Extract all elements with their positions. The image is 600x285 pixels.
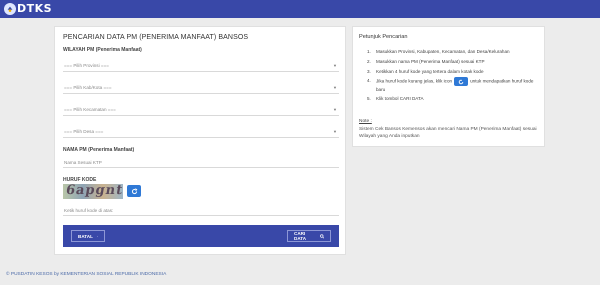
provinsi-select-value: === Pilih Provinsi ===: [64, 63, 109, 68]
footer-copyright[interactable]: © PUSDATIN KESOS by KEMENTERIAN SOSIAL R…: [6, 272, 166, 277]
captcha-label: HURUF KODE: [63, 177, 97, 183]
chevron-down-icon: ▼: [333, 85, 337, 90]
list-item: 3. Ketikkan 4 huruf kode yang tertera dal…: [367, 68, 484, 74]
wilayah-label: WILAYAH PM (Penerima Manfaat): [63, 47, 142, 53]
note-title: Note :: [359, 119, 372, 124]
app-logo[interactable]: DTKS: [4, 1, 52, 16]
form-title: PENCARIAN DATA PM (PENERIMA MANFAAT) BAN…: [63, 34, 249, 41]
search-form-card: PENCARIAN DATA PM (PENERIMA MANFAAT) BAN…: [54, 26, 346, 255]
kabkota-select[interactable]: === Pilih Kab/Kota === ▼: [63, 82, 339, 94]
cari-data-button-label: CARI DATA: [294, 231, 307, 241]
list-item: 5. Klik tombol CARI DATA: [367, 95, 424, 101]
kabkota-select-value: === Pilih Kab/Kota ===: [64, 85, 112, 90]
captcha-image: 6apgnt: [63, 184, 123, 199]
refresh-icon: [131, 187, 137, 194]
nama-pm-input[interactable]: Nama Sesuai KTP: [63, 157, 339, 168]
instructions-title: Petunjuk Pencarian: [359, 34, 408, 40]
chevron-down-icon: ▼: [333, 63, 337, 68]
batal-button[interactable]: BATAL: [71, 230, 105, 242]
refresh-icon: [454, 77, 469, 87]
nama-pm-label: NAMA PM (Penerima Manfaat): [63, 147, 135, 153]
desa-select[interactable]: === Pilih Desa === ▼: [63, 126, 339, 138]
list-item: 1. Masukkan Provinsi, Kabupaten, Kecamata…: [367, 49, 510, 54]
chevron-down-icon: ▼: [333, 107, 337, 112]
desa-select-value: === Pilih Desa ===: [64, 129, 104, 134]
batal-button-label: BATAL: [78, 233, 93, 239]
top-header-bar: DTKS: [0, 0, 600, 18]
chevron-down-icon: ▼: [333, 129, 337, 134]
note-body: Sistem Cek Bansos Kemensos akan mencari …: [359, 127, 537, 139]
instructions-list: 1. Masukkan Provinsi, Kabupaten, Kecamata…: [367, 47, 537, 104]
captcha-text: 6apgnt: [64, 184, 123, 198]
captcha-input[interactable]: Ketik huruf kode di atas:: [63, 205, 339, 216]
provinsi-select[interactable]: === Pilih Provinsi === ▼: [63, 60, 339, 72]
kecamatan-select-value: === Pilih Kecamatan ===: [64, 107, 116, 112]
captcha-refresh-button[interactable]: [127, 185, 141, 197]
logo-emblem-icon: [4, 2, 16, 15]
kecamatan-select[interactable]: === Pilih Kecamatan === ▼: [63, 104, 339, 116]
refresh-icon: [97, 235, 98, 237]
list-item: 2. Masukkan nama PM (Penerima Manfaat) se…: [367, 58, 485, 64]
cari-data-button[interactable]: CARI DATA: [287, 230, 331, 242]
form-actions-bar: BATAL CARI DATA: [63, 225, 339, 247]
logo-text: DTKS: [17, 2, 53, 15]
search-icon: [319, 233, 324, 238]
instructions-card: Petunjuk Pencarian 1. Masukkan Provinsi, …: [352, 26, 545, 147]
list-item: 4. Jika huruf kode kurang jelas, klik ico…: [367, 77, 534, 93]
